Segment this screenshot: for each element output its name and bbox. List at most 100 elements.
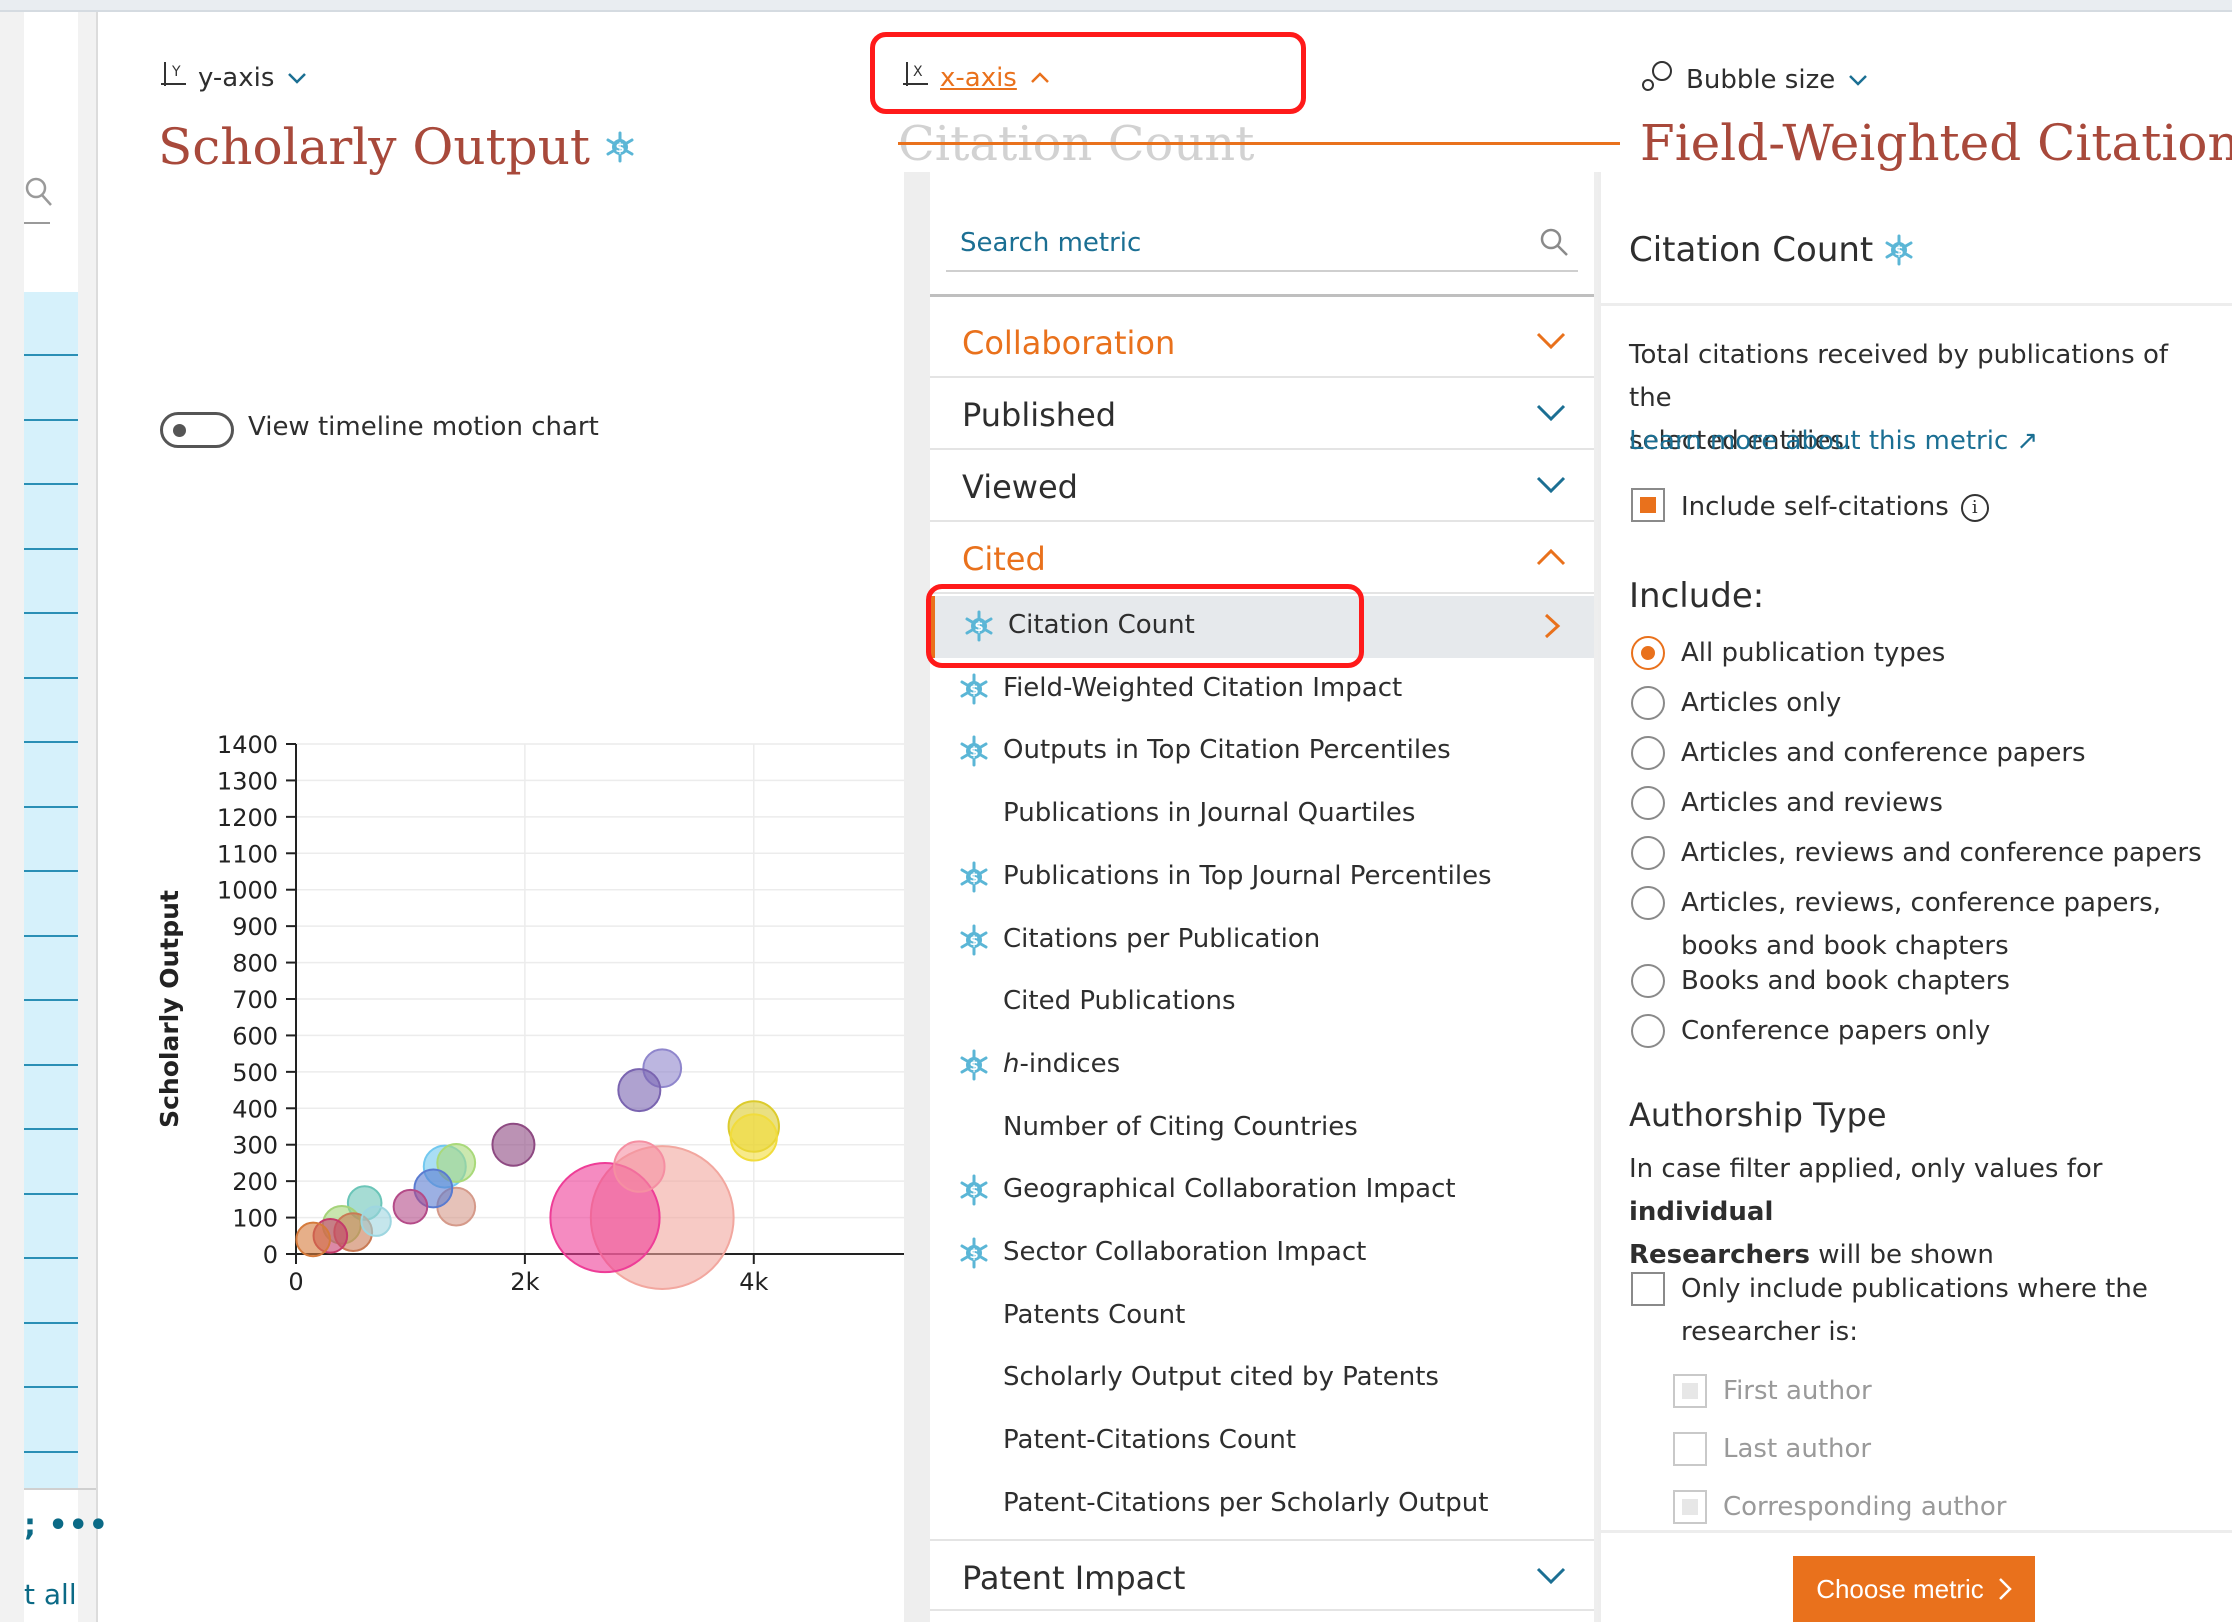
bubble-point[interactable] xyxy=(617,1068,662,1113)
timeline-toggle[interactable] xyxy=(160,412,234,448)
entity-row-divider xyxy=(24,741,78,743)
only-include-label: Only include publications where the rese… xyxy=(1681,1274,2148,1347)
metric-item-label: Patents Count xyxy=(1003,1299,1186,1330)
metric-item-label: Sector Collaboration Impact xyxy=(1003,1237,1367,1267)
authorship-heading: Authorship Type xyxy=(1629,1096,1887,1134)
metric-item[interactable]: $ Sector Collaboration Impact xyxy=(930,1223,1594,1285)
metric-item[interactable]: Scholarly Output cited by Patents xyxy=(930,1348,1594,1410)
chevron-down-icon xyxy=(1536,1567,1566,1584)
metric-item[interactable]: Patents Count xyxy=(930,1286,1594,1348)
self-citations-checkbox[interactable] xyxy=(1631,488,1665,522)
x-tick-label: 0 xyxy=(288,1268,303,1296)
metric-item[interactable]: Publications in Journal Quartiles xyxy=(930,784,1594,846)
category-viewed[interactable]: Viewed xyxy=(930,450,1594,522)
category-label: Patent Impact xyxy=(962,1558,1186,1597)
publication-type-radio[interactable] xyxy=(1631,636,1665,670)
chevron-down-icon xyxy=(288,72,307,84)
bubble-point[interactable] xyxy=(491,1122,536,1167)
category-published[interactable]: Published xyxy=(930,378,1594,450)
category-label: Published xyxy=(962,396,1117,434)
entity-row-divider xyxy=(24,612,78,614)
y-axis-selector[interactable]: Y y-axis xyxy=(160,60,308,95)
category-collaboration[interactable]: Collaboration xyxy=(930,306,1594,378)
y-metric-title[interactable]: Scholarly Output $ xyxy=(158,118,636,176)
publication-type-radio[interactable] xyxy=(1631,686,1665,720)
search-icon[interactable] xyxy=(24,176,54,219)
snowball-badge-icon: $ xyxy=(960,1049,988,1081)
category-patent-impact[interactable]: Patent Impact xyxy=(930,1538,1594,1611)
search-metric-field[interactable]: Search metric xyxy=(946,214,1578,272)
top-bar xyxy=(0,0,2232,12)
entity-row-divider xyxy=(24,1321,78,1324)
metric-item[interactable]: $ Outputs in Top Citation Percentiles xyxy=(930,721,1594,783)
y-tick-label: 1400 xyxy=(217,731,278,759)
y-tick-label: 0 xyxy=(263,1241,278,1269)
bubble-size-selector[interactable]: Bubble size xyxy=(1640,60,1869,99)
x-tick-label: 2k xyxy=(510,1268,539,1296)
metric-item[interactable]: Patent-Citations per Scholarly Output xyxy=(930,1474,1594,1536)
metric-item-label: Publications in Top Journal Percentiles xyxy=(1003,860,1492,891)
entity-row-divider xyxy=(24,676,78,679)
svg-text:$: $ xyxy=(969,871,978,886)
more-button[interactable]: ; ••• xyxy=(24,1508,109,1543)
search-metric-placeholder: Search metric xyxy=(960,228,1142,258)
include-heading: Include: xyxy=(1629,576,1765,616)
bubble-point[interactable] xyxy=(392,1188,429,1225)
publication-type-radio[interactable] xyxy=(1631,886,1665,920)
metric-item[interactable]: $ Citations per Publication xyxy=(930,910,1594,972)
entity-row-divider xyxy=(24,483,78,485)
entity-row-divider xyxy=(24,934,78,937)
snowball-badge-icon: $ xyxy=(960,1237,988,1269)
publication-type-radio[interactable] xyxy=(1631,1014,1665,1048)
search-underline xyxy=(24,222,50,224)
y-axis-title: Scholarly Output xyxy=(155,890,184,1128)
metric-item[interactable]: $ h-indices xyxy=(930,1035,1594,1097)
bubble-metric-title[interactable]: Field-Weighted Citation xyxy=(1640,114,2232,172)
publication-type-radio[interactable] xyxy=(1631,836,1665,870)
entity-row-divider xyxy=(24,1063,78,1066)
snowball-badge-icon: $ xyxy=(960,861,988,893)
info-icon[interactable]: i xyxy=(1960,493,1989,522)
learn-more-link[interactable]: Learn more about this metric ↗ xyxy=(1629,426,2038,456)
bubble-point[interactable] xyxy=(729,1113,778,1162)
y-tick-label: 1200 xyxy=(217,804,278,832)
metric-item[interactable]: $ Geographical Collaboration Impact xyxy=(930,1160,1594,1222)
svg-text:$: $ xyxy=(969,934,978,949)
entity-row-divider xyxy=(24,418,78,421)
bubble-point[interactable] xyxy=(295,1221,331,1258)
metric-item[interactable]: Cited Publications xyxy=(930,972,1594,1034)
y-axis-icon: Y xyxy=(160,60,186,95)
metric-item[interactable]: $ Publications in Top Journal Percentiles xyxy=(930,847,1594,909)
metric-item-label: Patent-Citations Count xyxy=(1003,1425,1297,1456)
entity-row-divider xyxy=(24,870,78,872)
svg-text:$: $ xyxy=(1895,244,1904,259)
publication-type-radio[interactable] xyxy=(1631,786,1665,820)
only-include-checkbox[interactable] xyxy=(1631,1272,1665,1306)
bubble-point[interactable] xyxy=(360,1205,392,1237)
y-tick-label: 300 xyxy=(232,1132,278,1160)
author-role-label: Last author xyxy=(1723,1434,1872,1464)
publication-type-radio[interactable] xyxy=(1631,736,1665,770)
divider xyxy=(24,1488,96,1490)
metric-item[interactable]: Number of Citing Countries xyxy=(930,1098,1594,1160)
dropdown-separator xyxy=(930,294,1594,297)
bubble-point[interactable] xyxy=(613,1140,666,1193)
entity-list[interactable] xyxy=(24,292,78,1488)
publication-type-label: Articles and conference papers xyxy=(1681,738,2086,768)
snowball-badge-icon: $ xyxy=(960,673,988,705)
publication-type-label: All publication types xyxy=(1681,638,1946,668)
choose-metric-button[interactable]: Choose metric xyxy=(1793,1556,2035,1622)
author-role-checkbox[interactable] xyxy=(1673,1374,1707,1408)
select-all-link[interactable]: t all xyxy=(24,1578,77,1611)
bubble-chart[interactable]: 0 100 200 300 400 500 600 700 800 900 1000 1100 1200… xyxy=(100,490,920,1310)
y-tick-label: 100 xyxy=(232,1205,278,1233)
self-citations-label: Include self-citations i xyxy=(1681,492,1989,522)
author-role-checkbox[interactable] xyxy=(1673,1432,1707,1466)
publication-type-radio[interactable] xyxy=(1631,964,1665,998)
publication-type-label: Articles only xyxy=(1681,688,1842,718)
bubble-size-label: Bubble size xyxy=(1686,64,1836,95)
metric-item[interactable]: Patent-Citations Count xyxy=(930,1411,1594,1473)
y-tick-label: 600 xyxy=(232,1022,278,1050)
highlight-box-citation-count xyxy=(926,584,1364,668)
author-role-checkbox[interactable] xyxy=(1673,1490,1707,1524)
